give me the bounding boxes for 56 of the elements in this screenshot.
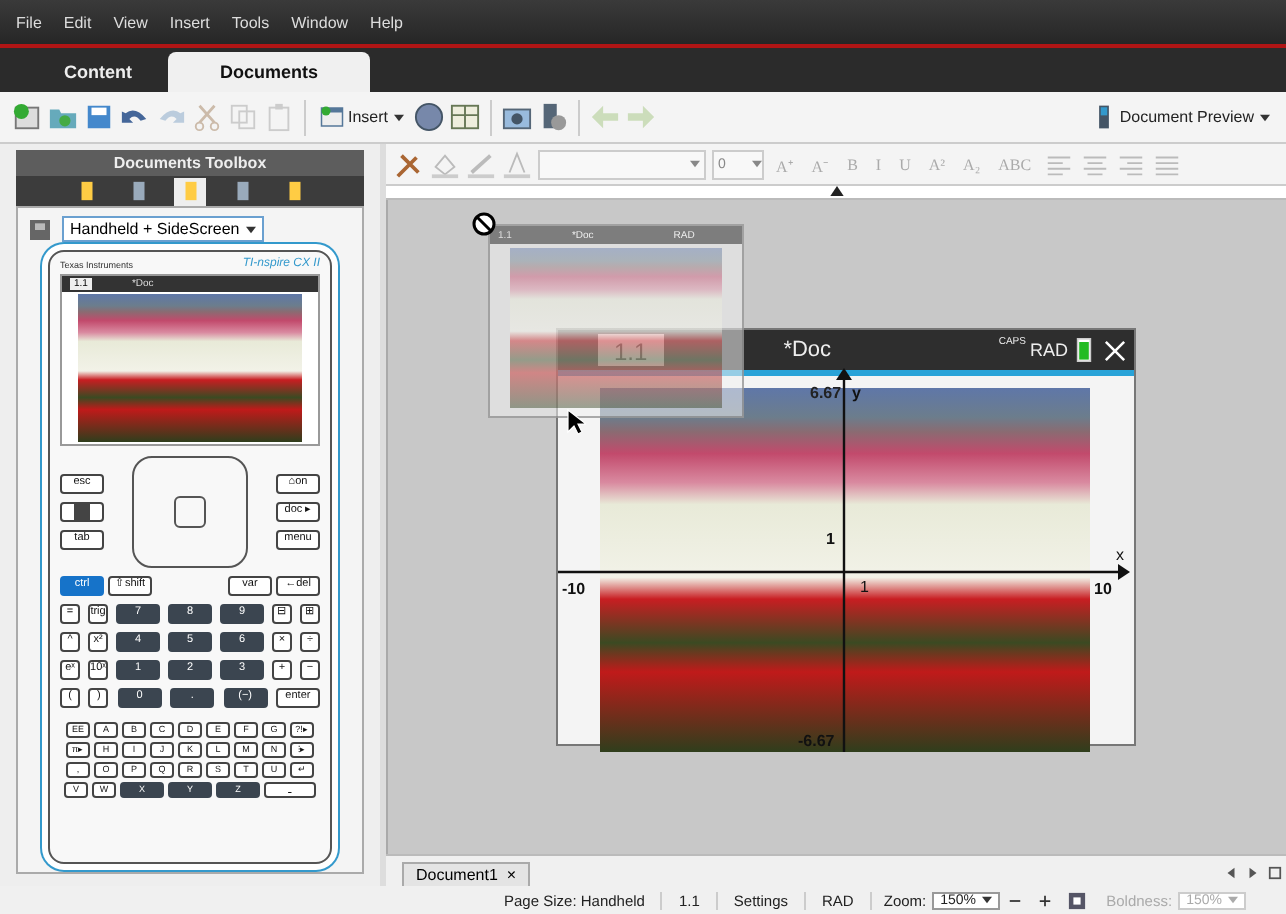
page-list-icon[interactable] [1268, 866, 1282, 880]
dropdown-arrow-icon [1260, 113, 1270, 121]
previous-icon[interactable] [1224, 866, 1238, 880]
axis-label: 6.67 [810, 386, 842, 402]
view-dropdown[interactable]: Handheld + SideScreen [62, 216, 264, 242]
save-icon [74, 504, 90, 520]
menu-item[interactable]: View [113, 13, 148, 31]
document-tab[interactable]: Document1 × [402, 862, 531, 886]
pointer-cursor-icon [566, 408, 586, 436]
fit-to-window-icon[interactable] [1068, 891, 1087, 909]
dropdown-arrow-icon [690, 160, 700, 168]
handheld-settings-icon[interactable] [538, 102, 569, 132]
menu-item[interactable]: Edit [63, 13, 92, 31]
close-tab-button[interactable]: × [506, 866, 517, 884]
document-title: *Doc [783, 338, 834, 362]
touchpad[interactable] [132, 456, 248, 568]
menu-item[interactable]: Tools [231, 13, 270, 31]
save-icon[interactable] [84, 102, 114, 132]
dropdown-arrow-icon [394, 113, 405, 121]
new-document-icon[interactable] [12, 102, 42, 132]
dropdown-arrow-icon [752, 160, 762, 168]
fill-color-icon[interactable] [430, 149, 460, 179]
no-drop-icon [472, 212, 496, 236]
menu-item[interactable]: File [16, 13, 42, 31]
next-icon[interactable] [1246, 866, 1260, 880]
dropdown-arrow-icon [982, 896, 993, 904]
axis-label: -10 [562, 582, 586, 598]
line-color-icon[interactable] [466, 149, 496, 179]
menu-item[interactable]: Window [291, 13, 349, 31]
dropdown-arrow-icon [1228, 896, 1239, 904]
tab[interactable]: Documents [168, 52, 371, 92]
battery-icon [1076, 336, 1092, 364]
close-icon[interactable] [1104, 339, 1126, 361]
tab[interactable]: Content [28, 52, 168, 92]
save-key[interactable] [60, 502, 104, 522]
axis-label: 10 [1094, 582, 1112, 598]
angle-mode-label: RAD [1029, 340, 1068, 360]
disc-icon[interactable] [414, 102, 445, 132]
insert-page-icon [320, 104, 344, 130]
insert-button[interactable]: Insert [316, 102, 409, 132]
toolbox-title: Documents Toolbox [16, 150, 364, 176]
axis-label: -6.67 [798, 734, 835, 750]
menu-item[interactable]: Help [370, 13, 403, 31]
handheld-icon[interactable] [30, 219, 50, 239]
zoom-in-icon[interactable] [1038, 893, 1053, 907]
text-color-icon[interactable] [502, 149, 532, 179]
axis-label: y [852, 386, 861, 402]
tools-icon[interactable] [394, 149, 424, 179]
toolbox-tab[interactable] [174, 177, 206, 205]
dropdown-arrow-icon [245, 225, 256, 233]
document-preview-button[interactable]: Document Preview [1087, 102, 1274, 132]
table-icon[interactable] [450, 102, 481, 132]
axis-label: 1 [860, 580, 869, 596]
menu-item[interactable]: Insert [169, 13, 210, 31]
axis-label: 1 [826, 532, 835, 548]
axis-label: x [1116, 548, 1124, 564]
